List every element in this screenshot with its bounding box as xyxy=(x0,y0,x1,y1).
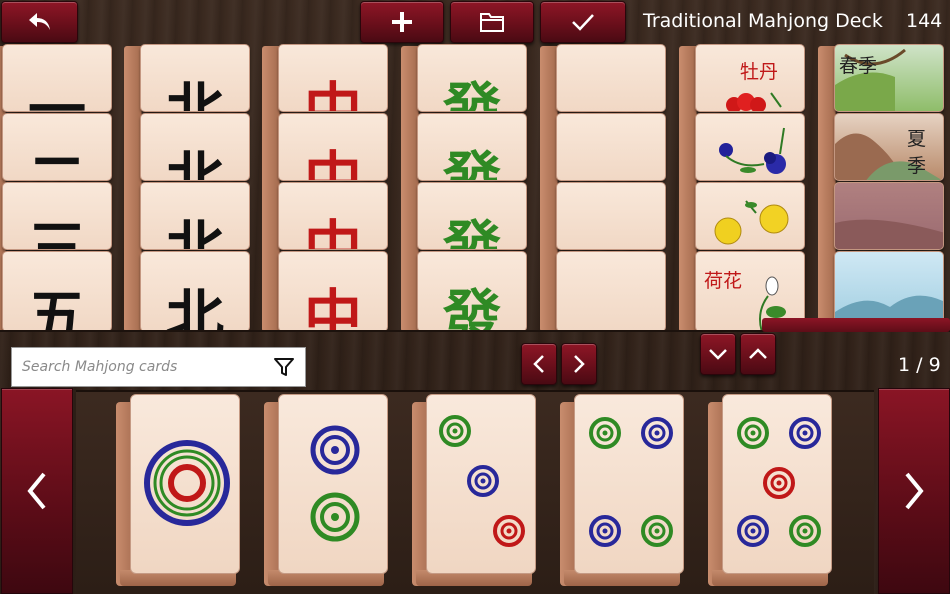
deck-column-characters[interactable]: 一 二 三 五 xyxy=(0,44,120,332)
tile-glyph: 北 xyxy=(165,283,224,332)
confirm-button[interactable] xyxy=(540,1,626,43)
tile-glyph: 五 xyxy=(27,283,86,332)
deck-title: Traditional Mahjong Deck xyxy=(643,10,883,32)
deck-column-white-dragon[interactable] xyxy=(540,44,674,332)
tile-face xyxy=(574,394,684,574)
chevron-left-icon xyxy=(533,355,544,373)
prev-page-button[interactable] xyxy=(1,388,73,594)
deck-tile[interactable]: 北 xyxy=(140,113,250,181)
deck-tile[interactable]: 發 xyxy=(417,113,527,181)
season-label: 春季 xyxy=(839,55,878,77)
three-circles-icon xyxy=(439,415,525,547)
tile-glyph: 北 xyxy=(165,145,224,181)
flower-tile-peony[interactable]: 牡丹 xyxy=(695,44,805,112)
deck-tile[interactable]: 中 xyxy=(278,113,388,181)
chevron-down-icon xyxy=(709,349,727,360)
deck-column-north-wind[interactable]: 北 北 北 北 xyxy=(124,44,258,332)
chevron-right-icon xyxy=(574,355,585,373)
deck-tile[interactable] xyxy=(556,182,666,250)
deck-tile[interactable]: 發 xyxy=(417,44,527,112)
season-tile-summer[interactable]: 夏季 xyxy=(834,113,944,181)
move-down-button[interactable] xyxy=(700,333,736,375)
move-up-button[interactable] xyxy=(740,333,776,375)
one-circle-icon xyxy=(144,440,230,526)
deck-scrollbar[interactable] xyxy=(762,318,950,332)
peony-image xyxy=(726,92,782,111)
deck-tile[interactable] xyxy=(556,113,666,181)
chevron-left-icon xyxy=(27,472,46,510)
plus-icon xyxy=(392,12,412,32)
tile-face xyxy=(426,394,536,574)
flower-tile-chrysanthemum[interactable] xyxy=(695,182,805,250)
tile-glyph: 發 xyxy=(442,283,501,332)
deck-column-seasons[interactable]: 春季 夏季 xyxy=(818,44,950,332)
back-button[interactable] xyxy=(1,1,78,43)
search-box[interactable]: Search Mahjong cards xyxy=(11,347,306,387)
one-circle-tile[interactable] xyxy=(116,394,240,586)
next-page-button[interactable] xyxy=(878,388,950,594)
season-tile-spring[interactable]: 春季 xyxy=(834,44,944,112)
chrysanthemum-image xyxy=(714,200,789,245)
deck-tile[interactable]: 五 xyxy=(2,251,112,332)
four-circles-icon xyxy=(589,417,673,547)
deck-tile[interactable] xyxy=(556,44,666,112)
scroll-left-button[interactable] xyxy=(521,343,557,385)
tile-glyph: 中 xyxy=(303,145,362,181)
deck-column-green-dragon[interactable]: 發 發 發 發 xyxy=(401,44,535,332)
deck-tile[interactable]: 北 xyxy=(140,182,250,250)
deck-tile[interactable]: 發 xyxy=(417,182,527,250)
deck-column-flowers[interactable]: 牡丹 荷花 xyxy=(679,44,813,332)
four-circles-tile[interactable] xyxy=(560,394,684,586)
five-circles-tile[interactable] xyxy=(708,394,832,586)
tile-face xyxy=(722,394,832,574)
deck-tile[interactable]: 發 xyxy=(417,251,527,332)
deck-tile[interactable]: 一 xyxy=(2,44,112,112)
filter-icon[interactable] xyxy=(273,356,295,378)
deck-tile[interactable]: 二 xyxy=(2,113,112,181)
tile-glyph: 發 xyxy=(442,214,501,250)
two-circles-icon xyxy=(310,425,360,542)
blue-flower-image xyxy=(719,127,786,174)
chevron-up-icon xyxy=(749,348,767,359)
checkmark-icon xyxy=(572,14,594,31)
folder-icon xyxy=(480,13,504,32)
autumn-landscape-image xyxy=(835,219,943,249)
deck-tile[interactable]: 北 xyxy=(140,44,250,112)
tile-glyph: 一 xyxy=(27,76,86,112)
two-circles-tile[interactable] xyxy=(264,394,388,586)
deck-tile[interactable]: 中 xyxy=(278,182,388,250)
tile-glyph: 北 xyxy=(165,76,224,112)
tile-glyph: 二 xyxy=(27,145,86,181)
five-circles-icon xyxy=(737,417,821,547)
deck-column-red-dragon[interactable]: 中 中 中 中 xyxy=(262,44,396,332)
tile-glyph: 發 xyxy=(442,145,501,181)
deck-columns[interactable]: 一 二 三 五 北 北 北 北 中 中 中 中 發 發 發 發 牡丹 荷花 春季… xyxy=(0,44,950,332)
back-arrow-icon xyxy=(28,13,50,30)
page-indicator: 1 / 9 xyxy=(898,354,941,376)
chevron-right-icon xyxy=(905,472,924,510)
tile-face xyxy=(278,394,388,574)
tile-glyph: 中 xyxy=(303,214,362,250)
deck-card-count: 144 xyxy=(906,10,943,32)
tile-glyph: 中 xyxy=(303,283,362,332)
season-tile-autumn[interactable] xyxy=(834,182,944,250)
deck-tile[interactable]: 北 xyxy=(140,251,250,332)
deck-tile[interactable]: 中 xyxy=(278,251,388,332)
season-label: 夏季 xyxy=(907,128,927,177)
search-input[interactable]: Search Mahjong cards xyxy=(22,359,273,375)
three-circles-tile[interactable] xyxy=(412,394,536,586)
open-folder-button[interactable] xyxy=(450,1,534,43)
flower-tile-blue[interactable] xyxy=(695,113,805,181)
add-button[interactable] xyxy=(360,1,444,43)
scroll-right-button[interactable] xyxy=(561,343,597,385)
deck-tile[interactable] xyxy=(556,251,666,332)
tile-face xyxy=(130,394,240,574)
deck-tile[interactable]: 中 xyxy=(278,44,388,112)
tile-glyph: 三 xyxy=(27,214,86,250)
deck-tile[interactable]: 三 xyxy=(2,182,112,250)
tile-glyph: 中 xyxy=(303,76,362,112)
tile-glyph: 發 xyxy=(442,76,501,112)
tile-glyph: 北 xyxy=(165,214,224,250)
